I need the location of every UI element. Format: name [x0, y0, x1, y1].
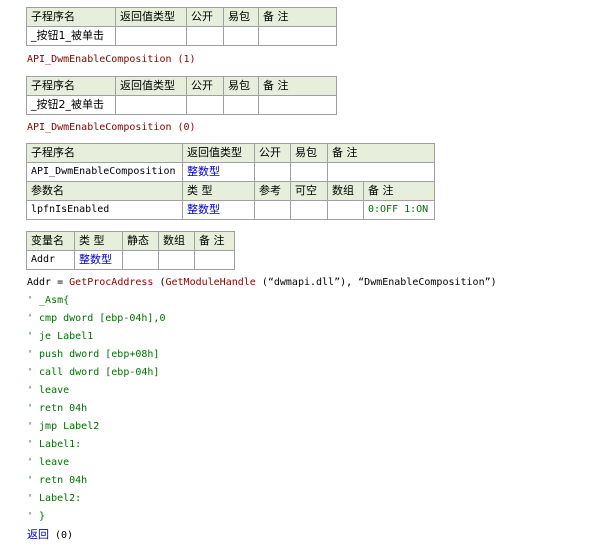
remark-cell[interactable]: [258, 26, 337, 46]
header-return-type: 返回值类型: [115, 76, 187, 96]
comment-line[interactable]: ' }: [27, 510, 45, 524]
header-static: 静态: [122, 231, 159, 251]
param-remark-cell[interactable]: 0:OFF 1:ON: [363, 200, 435, 220]
header-variable-type: 类 型: [74, 231, 123, 251]
table-header-row: 子程序名 返回值类型 公开 易包 备 注: [26, 76, 337, 96]
header-param-remark: 备 注: [363, 181, 435, 201]
header-subroutine-name: 子程序名: [26, 7, 116, 27]
header-return-type: 返回值类型: [182, 143, 255, 163]
comment-line[interactable]: ' Label1:: [27, 438, 81, 452]
code-line-return[interactable]: 返回 (0): [27, 528, 73, 543]
variable-name-cell[interactable]: Addr: [26, 250, 75, 270]
param-header-row: 参数名 类 型 参考 可空 数组 备 注: [26, 181, 435, 201]
table-header-row: 变量名 类 型 静态 数组 备 注: [26, 231, 235, 251]
easy-package-cell[interactable]: [223, 95, 259, 115]
header-param-reference: 参考: [254, 181, 291, 201]
header-subroutine-name: 子程序名: [26, 143, 183, 163]
code-line-assign[interactable]: Addr = GetProcAddress (GetModuleHandle (…: [27, 276, 497, 290]
remark-cell[interactable]: [258, 95, 337, 115]
comment-line[interactable]: ' call dword [ebp-04h]: [27, 366, 159, 380]
table-header-row: 子程序名 返回值类型 公开 易包 备 注: [26, 7, 337, 27]
subroutine-table-api: 子程序名 返回值类型 公开 易包 备 注 API_DwmEnableCompos…: [26, 143, 435, 220]
local-variable-table: 变量名 类 型 静态 数组 备 注 Addr 整数型: [26, 231, 235, 270]
param-array-cell[interactable]: [327, 200, 364, 220]
header-public: 公开: [186, 7, 224, 27]
return-value: (0): [49, 530, 74, 541]
comment-line[interactable]: ' _Asm{: [27, 294, 69, 308]
code-line-call-enable[interactable]: API_DwmEnableComposition (1): [27, 53, 196, 67]
table-row: _按钮1_被单击: [26, 26, 337, 46]
func-getmodulehandle: GetModuleHandle: [165, 277, 256, 288]
header-easy-package: 易包: [290, 143, 328, 163]
subroutine-name-cell[interactable]: _按钮1_被单击: [26, 26, 116, 46]
table-header-row: 子程序名 返回值类型 公开 易包 备 注: [26, 143, 435, 163]
remark-cell[interactable]: [194, 250, 235, 270]
table-row: _按钮2_被单击: [26, 95, 337, 115]
param-nullable-cell[interactable]: [290, 200, 328, 220]
param-reference-cell[interactable]: [254, 200, 291, 220]
table-row: API_DwmEnableComposition 整数型: [26, 162, 435, 182]
func-getprocaddress: GetProcAddress: [69, 277, 154, 288]
remark-cell[interactable]: [327, 162, 435, 182]
param-name-cell[interactable]: lpfnIsEnabled: [26, 200, 183, 220]
param-row: lpfnIsEnabled 整数型 0:OFF 1:ON: [26, 200, 435, 220]
header-param-array: 数组: [327, 181, 364, 201]
return-type-cell[interactable]: 整数型: [182, 162, 255, 182]
header-return-type: 返回值类型: [115, 7, 187, 27]
comment-line[interactable]: ' Label2:: [27, 492, 81, 506]
header-remark: 备 注: [327, 143, 435, 163]
assign-target: Addr =: [27, 277, 70, 288]
subroutine-table-button2: 子程序名 返回值类型 公开 易包 备 注 _按钮2_被单击: [26, 76, 337, 115]
header-subroutine-name: 子程序名: [26, 76, 116, 96]
return-type-cell[interactable]: [115, 95, 187, 115]
subroutine-name-cell[interactable]: API_DwmEnableComposition: [26, 162, 183, 182]
static-cell[interactable]: [122, 250, 159, 270]
return-keyword: 返回: [27, 528, 49, 541]
comment-line[interactable]: ' retn 04h: [27, 402, 87, 416]
comment-line[interactable]: ' leave: [27, 384, 69, 398]
header-remark: 备 注: [258, 7, 337, 27]
param-type-cell[interactable]: 整数型: [182, 200, 255, 220]
code-line-call-disable[interactable]: API_DwmEnableComposition (0): [27, 121, 196, 135]
subroutine-table-button1: 子程序名 返回值类型 公开 易包 备 注 _按钮1_被单击: [26, 7, 337, 46]
comment-line[interactable]: ' leave: [27, 456, 69, 470]
header-param-nullable: 可空: [290, 181, 328, 201]
comment-line[interactable]: ' push dword [ebp+08h]: [27, 348, 159, 362]
public-cell[interactable]: [186, 26, 224, 46]
comment-line[interactable]: ' retn 04h: [27, 474, 87, 488]
header-remark: 备 注: [194, 231, 235, 251]
easy-package-cell[interactable]: [223, 26, 259, 46]
header-param-type: 类 型: [182, 181, 255, 201]
paren-open: (: [153, 277, 166, 288]
table-row: Addr 整数型: [26, 250, 235, 270]
variable-type-cell[interactable]: 整数型: [74, 250, 123, 270]
easy-package-cell[interactable]: [290, 162, 328, 182]
return-type-cell[interactable]: [115, 26, 187, 46]
header-public: 公开: [186, 76, 224, 96]
comment-line[interactable]: ' je Label1: [27, 330, 93, 344]
comment-line[interactable]: ' jmp Label2: [27, 420, 99, 434]
header-easy-package: 易包: [223, 7, 259, 27]
public-cell[interactable]: [254, 162, 291, 182]
header-easy-package: 易包: [223, 76, 259, 96]
array-cell[interactable]: [158, 250, 195, 270]
comment-line[interactable]: ' cmp dword [ebp-04h],0: [27, 312, 165, 326]
public-cell[interactable]: [186, 95, 224, 115]
header-variable-name: 变量名: [26, 231, 75, 251]
subroutine-name-cell[interactable]: _按钮2_被单击: [26, 95, 116, 115]
header-remark: 备 注: [258, 76, 337, 96]
header-param-name: 参数名: [26, 181, 183, 201]
call-arguments: (“dwmapi.dll”), “DwmEnableComposition”): [255, 277, 497, 288]
header-array: 数组: [158, 231, 195, 251]
header-public: 公开: [254, 143, 291, 163]
